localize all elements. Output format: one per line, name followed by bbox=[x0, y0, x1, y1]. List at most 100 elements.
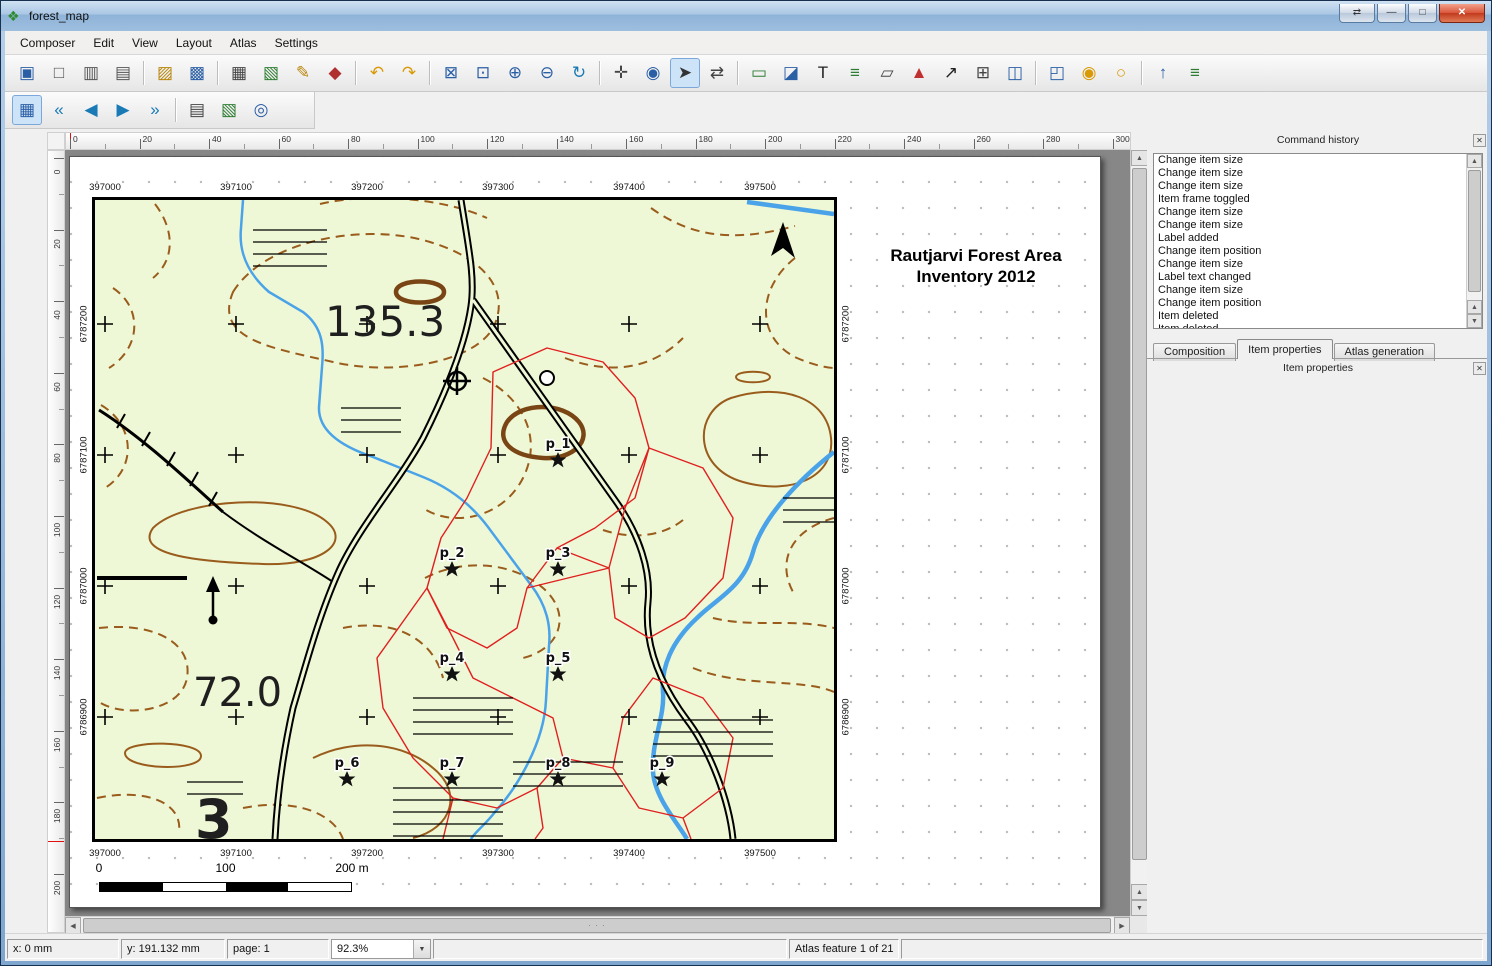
maximize-button[interactable]: □ bbox=[1408, 4, 1437, 23]
history-item[interactable]: Item deleted bbox=[1154, 310, 1482, 323]
last-feature-button[interactable]: » bbox=[140, 95, 170, 125]
canvas-horizontal-scrollbar[interactable]: ◀ · · · ▶ bbox=[65, 916, 1130, 933]
history-scroll-thumb[interactable] bbox=[1468, 170, 1481, 292]
sample-point-star-icon bbox=[550, 771, 567, 786]
history-scrollbar[interactable]: ▲ ▲ ▼ bbox=[1466, 154, 1482, 328]
command-history-close-button[interactable]: ✕ bbox=[1473, 134, 1486, 147]
add-legend-button[interactable]: ≡ bbox=[840, 58, 870, 88]
command-history-list[interactable]: ▲ ▲ ▼ Change item sizeChange item sizeCh… bbox=[1153, 153, 1483, 329]
zoom-out-button[interactable]: ⊖ bbox=[532, 58, 562, 88]
tab-item-properties[interactable]: Item properties bbox=[1237, 339, 1332, 359]
ruler-h-label: 40 bbox=[212, 134, 221, 144]
scroll-left-button[interactable]: ◀ bbox=[65, 917, 81, 933]
new-composition-button[interactable]: □ bbox=[44, 58, 74, 88]
export-image-button[interactable]: ▧ bbox=[256, 58, 286, 88]
add-image-button[interactable]: ◪ bbox=[776, 58, 806, 88]
scroll-up-button[interactable]: ▲ bbox=[1131, 150, 1147, 166]
unlock-items-button[interactable]: ○ bbox=[1106, 58, 1136, 88]
print-atlas-button[interactable]: ▤ bbox=[182, 95, 212, 125]
add-html-button[interactable]: ◫ bbox=[1000, 58, 1030, 88]
scroll-down-button[interactable]: ▼ bbox=[1131, 900, 1147, 916]
composer-canvas[interactable]: 135.3 72.0 3 p_1p_2p_3p_4p_5p_6p_7p_8p_9… bbox=[65, 150, 1147, 933]
horizontal-scroll-thumb[interactable]: · · · bbox=[83, 918, 1111, 933]
history-item[interactable]: Change item size bbox=[1154, 154, 1482, 167]
history-item[interactable]: Item deleted bbox=[1154, 323, 1482, 329]
load-from-template-button[interactable]: ▨ bbox=[150, 58, 180, 88]
menu-layout[interactable]: Layout bbox=[167, 33, 221, 53]
history-item[interactable]: Change item size bbox=[1154, 167, 1482, 180]
menu-atlas[interactable]: Atlas bbox=[221, 33, 266, 53]
menu-composer[interactable]: Composer bbox=[11, 33, 84, 53]
history-item[interactable]: Change item size bbox=[1154, 219, 1482, 232]
raise-items-button[interactable]: ↑ bbox=[1148, 58, 1178, 88]
add-arrow-button[interactable]: ↗ bbox=[936, 58, 966, 88]
titlebar[interactable]: ❖ forest_map ⇄ — □ ✕ bbox=[1, 1, 1491, 31]
menu-edit[interactable]: Edit bbox=[84, 33, 123, 53]
export-pdf-button[interactable]: ◆ bbox=[320, 58, 350, 88]
zoom-tool-button[interactable]: ◉ bbox=[638, 58, 668, 88]
map-item[interactable]: 135.3 72.0 3 p_1p_2p_3p_4p_5p_6p_7p_8p_9 bbox=[92, 197, 837, 842]
previous-feature-button[interactable]: ◀ bbox=[76, 95, 106, 125]
history-scroll-up-button[interactable]: ▲ bbox=[1467, 154, 1482, 168]
save-as-template-button[interactable]: ▩ bbox=[182, 58, 212, 88]
history-item[interactable]: Change item position bbox=[1154, 297, 1482, 310]
next-feature-button[interactable]: ▶ bbox=[108, 95, 138, 125]
manage-compositions-button[interactable]: ▤ bbox=[108, 58, 138, 88]
history-item[interactable]: Change item size bbox=[1154, 284, 1482, 297]
scroll-up-button-2[interactable]: ▲ bbox=[1131, 884, 1147, 900]
duplicate-composition-button[interactable]: ▥ bbox=[76, 58, 106, 88]
preview-atlas-button[interactable]: ▦ bbox=[12, 95, 42, 125]
history-item[interactable]: Change item size bbox=[1154, 258, 1482, 271]
zoom-actual-button[interactable]: ⊡ bbox=[468, 58, 498, 88]
panel-tabs: CompositionItem propertiesAtlas generati… bbox=[1153, 339, 1483, 359]
add-label-button[interactable]: T bbox=[808, 58, 838, 88]
export-atlas-button[interactable]: ▧ bbox=[214, 95, 244, 125]
history-item[interactable]: Label text changed bbox=[1154, 271, 1482, 284]
zoom-level-combo[interactable]: 92.3% ▼ bbox=[331, 939, 431, 959]
move-item-content-button[interactable]: ⇄ bbox=[702, 58, 732, 88]
select-move-item-button[interactable]: ➤ bbox=[670, 58, 700, 88]
ruler-h-label: 160 bbox=[629, 134, 643, 144]
history-item[interactable]: Change item size bbox=[1154, 180, 1482, 193]
print-button[interactable]: ▦ bbox=[224, 58, 254, 88]
group-items-button[interactable]: ◰ bbox=[1042, 58, 1072, 88]
add-new-map-button[interactable]: ▭ bbox=[744, 58, 774, 88]
redo-button[interactable]: ↷ bbox=[394, 58, 424, 88]
first-feature-button[interactable]: « bbox=[44, 95, 74, 125]
minimize-button[interactable]: — bbox=[1377, 4, 1406, 23]
add-table-button[interactable]: ⊞ bbox=[968, 58, 998, 88]
item-properties-close-button[interactable]: ✕ bbox=[1473, 362, 1486, 375]
composition-page[interactable]: 135.3 72.0 3 p_1p_2p_3p_4p_5p_6p_7p_8p_9… bbox=[69, 156, 1101, 908]
pan-button[interactable]: ✛ bbox=[606, 58, 636, 88]
scalebar-item[interactable]: 0100200 m bbox=[90, 857, 400, 905]
menu-settings[interactable]: Settings bbox=[266, 33, 327, 53]
elevation-labels: 135.3 72.0 3 bbox=[193, 297, 445, 839]
history-scroll-up-button-2[interactable]: ▲ bbox=[1467, 300, 1482, 314]
zoom-full-button[interactable]: ⊠ bbox=[436, 58, 466, 88]
scroll-right-button[interactable]: ▶ bbox=[1114, 917, 1130, 933]
undo-button[interactable]: ↶ bbox=[362, 58, 392, 88]
lock-items-button[interactable]: ◉ bbox=[1074, 58, 1104, 88]
save-project-button[interactable]: ▣ bbox=[12, 58, 42, 88]
ruler-h-label: 120 bbox=[490, 134, 504, 144]
refresh-view-button[interactable]: ↻ bbox=[564, 58, 594, 88]
history-scroll-down-button[interactable]: ▼ bbox=[1467, 314, 1482, 328]
chevron-down-icon[interactable]: ▼ bbox=[413, 940, 430, 958]
zoom-in-button[interactable]: ⊕ bbox=[500, 58, 530, 88]
app-icon: ❖ bbox=[7, 8, 23, 24]
window-extra-button[interactable]: ⇄ bbox=[1339, 4, 1375, 23]
add-scalebar-button[interactable]: ▱ bbox=[872, 58, 902, 88]
close-button[interactable]: ✕ bbox=[1439, 4, 1485, 23]
canvas-vertical-scrollbar[interactable]: ▲ ▲ ▼ bbox=[1130, 150, 1147, 916]
history-item[interactable]: Label added bbox=[1154, 232, 1482, 245]
atlas-settings-button[interactable]: ◎ bbox=[246, 95, 276, 125]
vertical-scroll-thumb[interactable] bbox=[1132, 168, 1147, 860]
export-svg-button[interactable]: ✎ bbox=[288, 58, 318, 88]
add-shape-button[interactable]: ▲ bbox=[904, 58, 934, 88]
history-item[interactable]: Item frame toggled bbox=[1154, 193, 1482, 206]
history-item[interactable]: Change item position bbox=[1154, 245, 1482, 258]
history-item[interactable]: Change item size bbox=[1154, 206, 1482, 219]
menu-view[interactable]: View bbox=[123, 33, 167, 53]
map-title-label[interactable]: Rautjarvi Forest Area Inventory 2012 bbox=[862, 245, 1090, 287]
align-items-button[interactable]: ≡ bbox=[1180, 58, 1210, 88]
